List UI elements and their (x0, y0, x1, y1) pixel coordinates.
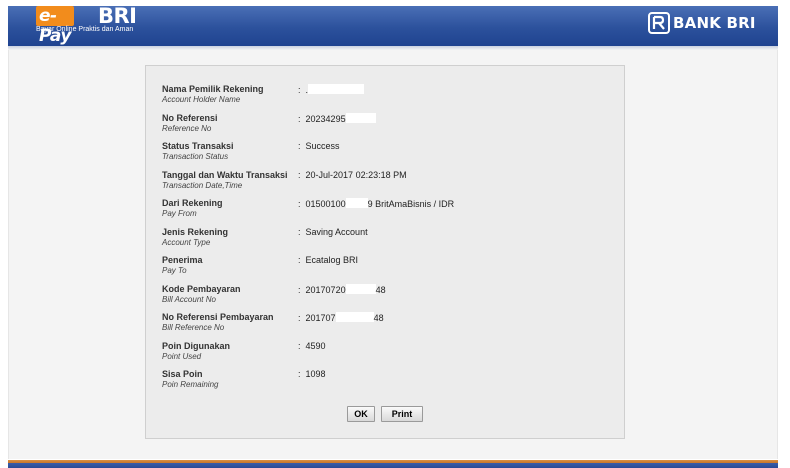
logo-bri-text: BRI (98, 4, 137, 28)
field-value: : Success (298, 141, 340, 151)
pay-from-value-prefix: 01500100 (305, 199, 346, 209)
bank-name: BANK BRI (673, 14, 756, 32)
redaction-mask (308, 84, 365, 94)
bank-bri-brand: BANK BRI (648, 12, 756, 34)
field-label-en: Point Used (162, 352, 202, 361)
field-value: : 201707 48 (298, 312, 384, 323)
field-label: No Referensi Pembayaran (162, 312, 274, 322)
field-value: : 1098 (298, 369, 326, 379)
field-label: Tanggal dan Waktu Transaksi (162, 170, 288, 180)
separator: : (298, 199, 301, 209)
field-value: : 20-Jul-2017 02:23:18 PM (298, 170, 407, 180)
field-label-en: Transaction Date,Time (162, 181, 243, 190)
separator: : (298, 285, 301, 295)
field-value: : . (298, 84, 365, 95)
field-label: Dari Rekening (162, 198, 223, 208)
redaction-mask (345, 284, 376, 294)
field-value: : Ecatalog BRI (298, 255, 358, 265)
separator: : (298, 114, 301, 124)
field-label: Poin Digunakan (162, 341, 231, 351)
field-value: : 20170720 48 (298, 284, 386, 295)
field-value: : 20234295 (298, 113, 376, 124)
bill-reference-no-prefix: 201707 (305, 313, 336, 323)
point-remaining-value: 1098 (305, 369, 326, 379)
field-label-en: Account Type (162, 238, 211, 247)
bank-bri-logo-icon (648, 12, 670, 34)
ok-button[interactable]: OK (347, 406, 375, 422)
account-type-value: Saving Account (305, 227, 368, 237)
field-value: : 4590 (298, 341, 326, 351)
footer-bar (8, 459, 778, 468)
field-value: : Saving Account (298, 227, 368, 237)
separator: : (298, 369, 301, 379)
field-label: Jenis Rekening (162, 227, 229, 237)
field-label-en: Pay To (162, 266, 187, 275)
pay-from-value-suffix: 9 BritAmaBisnis / IDR (367, 199, 455, 209)
field-label-en: Bill Account No (162, 295, 216, 304)
header-shadow (8, 46, 778, 50)
separator: : (298, 141, 301, 151)
bill-account-no-suffix: 48 (375, 285, 386, 295)
field-label-en: Poin Remaining (162, 380, 219, 389)
field-label: Sisa Poin (162, 369, 203, 379)
separator: : (298, 227, 301, 237)
print-button[interactable]: Print (381, 406, 423, 422)
field-value: : 01500100 9 BritAmaBisnis / IDR (298, 198, 454, 209)
reference-no-value: 20234295 (305, 114, 346, 124)
field-label-en: Account Holder Name (162, 95, 241, 104)
field-label-en: Bill Reference No (162, 323, 225, 332)
bill-account-no-prefix: 20170720 (305, 285, 346, 295)
field-label-en: Reference No (162, 124, 212, 133)
separator: : (298, 341, 301, 351)
redaction-mask (345, 198, 368, 208)
bill-reference-no-suffix: 48 (373, 313, 384, 323)
field-label-en: Transaction Status (162, 152, 229, 161)
logo-epay-text: e-Pay (36, 6, 74, 46)
separator: : (298, 313, 301, 323)
redaction-mask (335, 312, 374, 322)
field-label: Penerima (162, 255, 203, 265)
redaction-mask (345, 113, 376, 123)
separator: : (298, 85, 301, 95)
field-label: No Referensi (162, 113, 218, 123)
transaction-status-value: Success (305, 141, 340, 151)
transaction-datetime-value: 20-Jul-2017 02:23:18 PM (305, 170, 407, 180)
field-label: Kode Pembayaran (162, 284, 241, 294)
separator: : (298, 255, 301, 265)
point-used-value: 4590 (305, 341, 326, 351)
field-label: Status Transaksi (162, 141, 234, 151)
field-label-en: Pay From (162, 209, 197, 218)
field-label: Nama Pemilik Rekening (162, 84, 264, 94)
pay-to-value: Ecatalog BRI (305, 255, 359, 265)
logo-tagline: Bayar Online Praktis dan Aman (36, 26, 134, 33)
separator: : (298, 170, 301, 180)
